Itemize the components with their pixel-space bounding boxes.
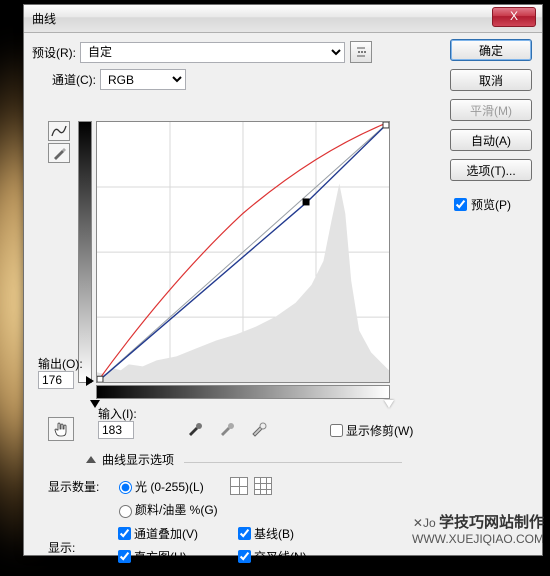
output-label: 输出(O):	[38, 355, 83, 372]
input-gradient	[96, 385, 390, 399]
pencil-tool-icon[interactable]	[48, 143, 70, 163]
preview-label: 预览(P)	[471, 196, 511, 213]
smooth-button: 平滑(M)	[450, 99, 532, 121]
eyedropper-gray-icon[interactable]	[218, 419, 236, 437]
disclosure-label: 曲线显示选项	[102, 451, 174, 468]
show-clipping-input[interactable]	[330, 424, 343, 437]
close-button[interactable]: X	[492, 7, 536, 27]
input-input[interactable]	[98, 421, 134, 439]
input-label: 输入(I):	[98, 405, 137, 422]
options-button[interactable]: 选项(T)...	[450, 159, 532, 181]
display-options-disclosure[interactable]: 曲线显示选项	[86, 451, 174, 468]
eyedropper-white-icon[interactable]	[250, 419, 268, 437]
divider	[184, 462, 402, 463]
show-intersection-checkbox[interactable]: 交叉线(N)	[234, 547, 354, 566]
output-gradient	[78, 121, 92, 383]
preview-check-input[interactable]	[454, 198, 467, 211]
channel-select[interactable]: RGB	[100, 69, 186, 90]
grid-9-icon[interactable]	[254, 477, 272, 495]
window-title: 曲线	[32, 12, 56, 26]
show-histogram-checkbox[interactable]: 直方图(H)	[114, 547, 234, 566]
output-slider-black[interactable]	[86, 376, 94, 386]
preset-label: 预设(R):	[32, 44, 76, 61]
close-icon: X	[510, 9, 518, 23]
curve-active-point[interactable]	[303, 198, 310, 205]
show-clipping-label: 显示修剪(W)	[346, 422, 413, 439]
input-slider-white[interactable]	[384, 400, 394, 408]
preview-checkbox[interactable]: 预览(P)	[450, 195, 532, 214]
amount-label: 显示数量:	[48, 478, 110, 495]
ok-button[interactable]: 确定	[450, 39, 532, 61]
show-baseline-checkbox[interactable]: 基线(B)	[234, 524, 354, 543]
titlebar[interactable]: 曲线 X	[24, 5, 542, 33]
curve-end-black[interactable]	[97, 376, 103, 382]
eyedropper-black-icon[interactable]	[186, 419, 204, 437]
output-input[interactable]	[38, 371, 74, 389]
amount-light-radio[interactable]: 光 (0-255)(L)	[114, 478, 204, 495]
channel-label: 通道(C):	[52, 71, 96, 88]
amount-pigment-radio[interactable]: 颜料/油墨 %(G)	[114, 501, 218, 518]
chevron-up-icon	[86, 456, 96, 463]
cancel-button[interactable]: 取消	[450, 69, 532, 91]
grid-4-icon[interactable]	[230, 477, 248, 495]
preset-menu-icon[interactable]	[350, 41, 372, 63]
target-adjust-icon[interactable]	[48, 417, 74, 441]
show-overlay-checkbox[interactable]: 通道叠加(V)	[114, 524, 234, 543]
show-label: 显示:	[48, 539, 110, 556]
curve-graph[interactable]	[96, 121, 390, 383]
preset-select[interactable]: 自定	[80, 42, 345, 63]
auto-button[interactable]: 自动(A)	[450, 129, 532, 151]
curve-tool-icon[interactable]	[48, 121, 70, 141]
curve-end-white[interactable]	[383, 122, 389, 128]
curves-dialog: 曲线 X 预设(R): 自定 通道(C): RGB 确定 取消 平滑(M) 自动…	[23, 4, 543, 556]
show-clipping-checkbox[interactable]: 显示修剪(W)	[326, 421, 413, 440]
